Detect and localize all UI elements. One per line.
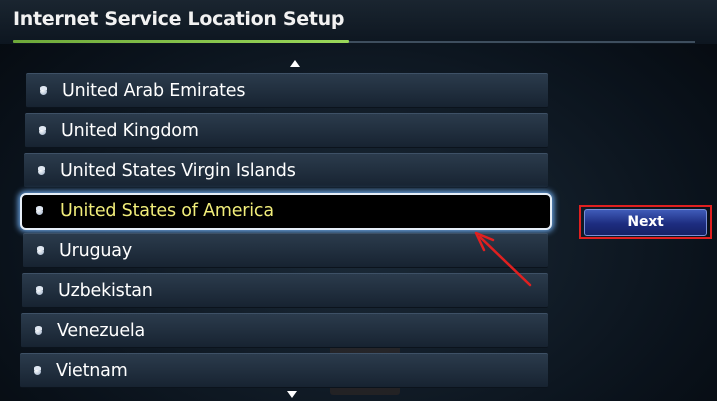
annotation-arrow-icon [474,231,532,287]
